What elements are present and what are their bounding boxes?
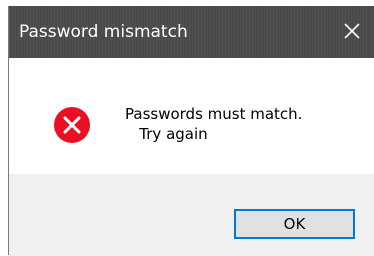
ok-button[interactable]: OK: [234, 209, 355, 239]
close-button[interactable]: [329, 6, 374, 58]
error-icon: [54, 107, 90, 143]
dialog-title: Password mismatch: [19, 22, 188, 42]
button-bar: OK: [9, 174, 374, 256]
title-bar[interactable]: Password mismatch: [9, 6, 374, 58]
error-message: Passwords must match. Try again: [125, 105, 303, 143]
close-icon: [344, 23, 360, 39]
dialog-body: Passwords must match. Try again: [9, 58, 374, 174]
password-mismatch-dialog: Password mismatch Passwords must match. …: [8, 6, 374, 256]
